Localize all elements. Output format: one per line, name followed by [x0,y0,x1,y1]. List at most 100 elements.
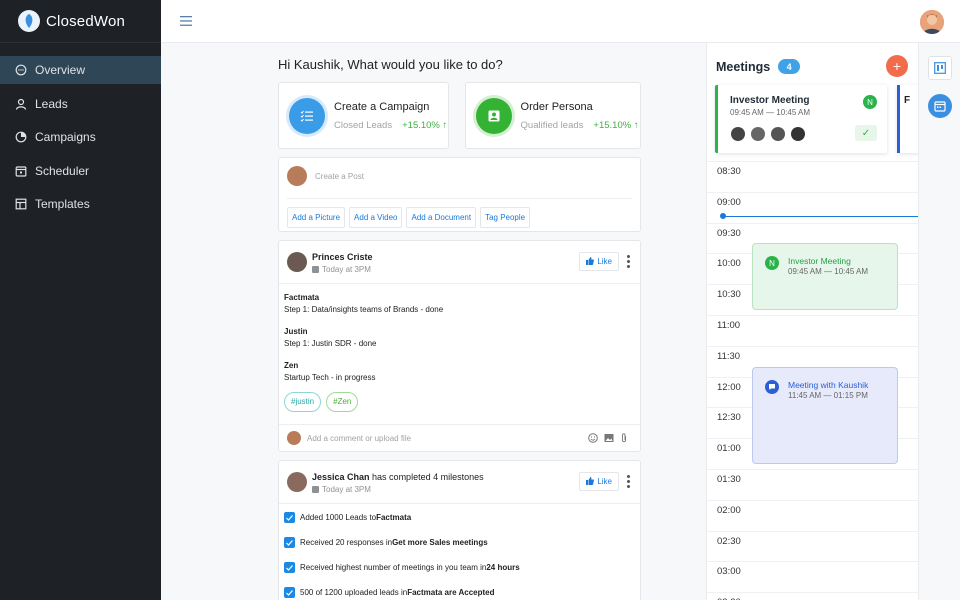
add-picture-button[interactable]: Add a Picture [287,207,346,228]
sidebar-item-label: Templates [35,197,90,211]
calendar-icon [15,165,27,177]
meeting-card[interactable]: Investor Meeting 09:45 AM — 10:45 AM N ✓ [715,85,887,153]
sidebar-item-label: Scheduler [35,163,90,178]
time-label: 02:30 [717,535,741,547]
add-meeting-button[interactable]: + [886,55,908,77]
brand[interactable]: ClosedWon [0,0,161,43]
time-label: 12:30 [717,412,741,424]
contact-card-icon [475,97,512,134]
sidebar-item-overview[interactable]: Overview [0,56,161,84]
comment-input[interactable]: Add a comment or upload file [307,434,411,443]
sidebar: ClosedWon Overview Leads Campaigns Sched… [0,0,161,600]
milestone-item: Received 20 responses in Get more Sales … [284,537,635,548]
meetings-panel: Meetings 4 + Investor Meeting 09:45 AM —… [706,43,918,600]
time-label: 03:00 [717,566,741,578]
sidebar-item-templates[interactable]: Templates [0,190,161,218]
attendee-avatars [731,127,805,141]
calendar-icon [312,486,319,493]
post-input[interactable]: Create a Post [315,172,364,181]
timeline-row: 01:30 [707,468,918,500]
meetings-title: Meetings [716,59,771,74]
arrow-up-icon: ↑ [442,119,448,131]
post-action: has completed 4 milestones [369,472,484,482]
sidebar-item-scheduler[interactable]: Scheduler [0,157,161,185]
like-button[interactable]: Like [579,472,619,491]
hashtag[interactable]: #Zen [326,392,359,412]
right-rail [918,43,960,600]
event-title: Investor Meeting [788,256,851,266]
section-title: Zen [284,361,299,370]
timeline-row: 11:00 [707,314,918,346]
section-title: Justin [284,327,308,336]
time-label: 10:30 [717,289,741,301]
checkbox-checked-icon[interactable] [284,512,295,523]
check-icon[interactable]: ✓ [855,125,877,141]
action-row: Create a Campaign Closed Leads +15.10% ↑ … [278,82,641,149]
image-icon[interactable] [604,432,614,446]
checkbox-checked-icon[interactable] [284,562,295,573]
timeline-row: 02:30 [707,530,918,562]
avatar [287,166,307,186]
tag-people-button[interactable]: Tag People [480,207,531,228]
post-author[interactable]: Jessica Chan [312,472,370,482]
meeting-type-badge: N [765,256,779,270]
feed-post: Princes Criste Today at 3PM Like Factmat… [278,240,641,452]
greeting: Hi Kaushik, What would you like to do? [278,57,503,72]
attachment-icon[interactable] [620,432,628,446]
action-pct: +15.10% ↑ [593,119,639,131]
brand-name: ClosedWon [46,12,126,30]
checkbox-checked-icon[interactable] [284,537,295,548]
avatar [791,127,805,141]
time-label: 12:00 [717,381,741,393]
calendar-icon[interactable] [928,94,952,118]
calendar-event[interactable]: Meeting with Kaushik 11:45 AM — 01:15 PM [752,367,898,464]
avatar [287,252,307,272]
composer-actions: Add a Picture Add a Video Add a Document… [287,207,531,228]
meeting-title: F [904,95,911,106]
time-label: 11:00 [717,319,741,331]
comment-row: Add a comment or upload file [279,424,640,451]
checkbox-checked-icon[interactable] [284,587,295,598]
action-title: Create a Campaign [334,100,430,113]
create-campaign-card[interactable]: Create a Campaign Closed Leads +15.10% ↑ [278,82,449,149]
post-author[interactable]: Princes Criste [312,252,373,262]
action-title: Order Persona [520,100,593,113]
like-button[interactable]: Like [579,252,619,271]
order-persona-card[interactable]: Order Persona Qualified leads +15.10% ↑ [464,82,641,149]
thumbs-up-icon [586,476,595,487]
calendar-event[interactable]: N Investor Meeting 09:45 AM — 10:45 AM [752,243,898,310]
calendar-icon [312,266,319,273]
arrow-up-icon: ↑ [633,119,639,131]
event-time: 11:45 AM — 01:15 PM [788,391,868,400]
avatar [751,127,765,141]
more-options-icon[interactable] [627,255,630,270]
sidebar-item-leads[interactable]: Leads [0,90,161,118]
brand-logo-icon [18,10,40,32]
layout-icon [15,198,27,210]
sidebar-item-label: Overview [35,63,86,77]
user-avatar[interactable] [920,10,944,34]
main-feed: Hi Kaushik, What would you like to do? C… [278,43,641,600]
action-sub: Closed Leads [334,119,393,131]
emoji-icon[interactable] [588,432,598,446]
kanban-board-icon[interactable] [928,56,952,80]
hamburger-menu-icon[interactable] [180,15,192,29]
sidebar-item-campaigns[interactable]: Campaigns [0,123,161,151]
post-time: Today at 3PM [322,485,371,494]
time-label: 09:00 [717,196,741,208]
hashtag[interactable]: #justin [284,392,322,412]
milestone-item: Received highest number of meetings in y… [284,562,635,573]
time-label: 01:30 [717,473,741,485]
add-video-button[interactable]: Add a Video [349,207,403,228]
more-options-icon[interactable] [627,475,630,490]
timeline-row: 09:00 [707,191,918,223]
meeting-card[interactable]: F [897,85,918,153]
current-time-line [722,216,918,217]
add-document-button[interactable]: Add a Document [406,207,477,228]
time-label: 08:30 [717,166,741,177]
action-pct: +15.10% ↑ [402,119,448,131]
avatar [287,472,307,492]
milestone-item: 500 of 1200 uploaded leads in Factmata a… [284,587,635,598]
meetings-header: Meetings 4 [716,59,801,74]
feed-post: Jessica Chan has completed 4 milestones … [278,460,641,600]
